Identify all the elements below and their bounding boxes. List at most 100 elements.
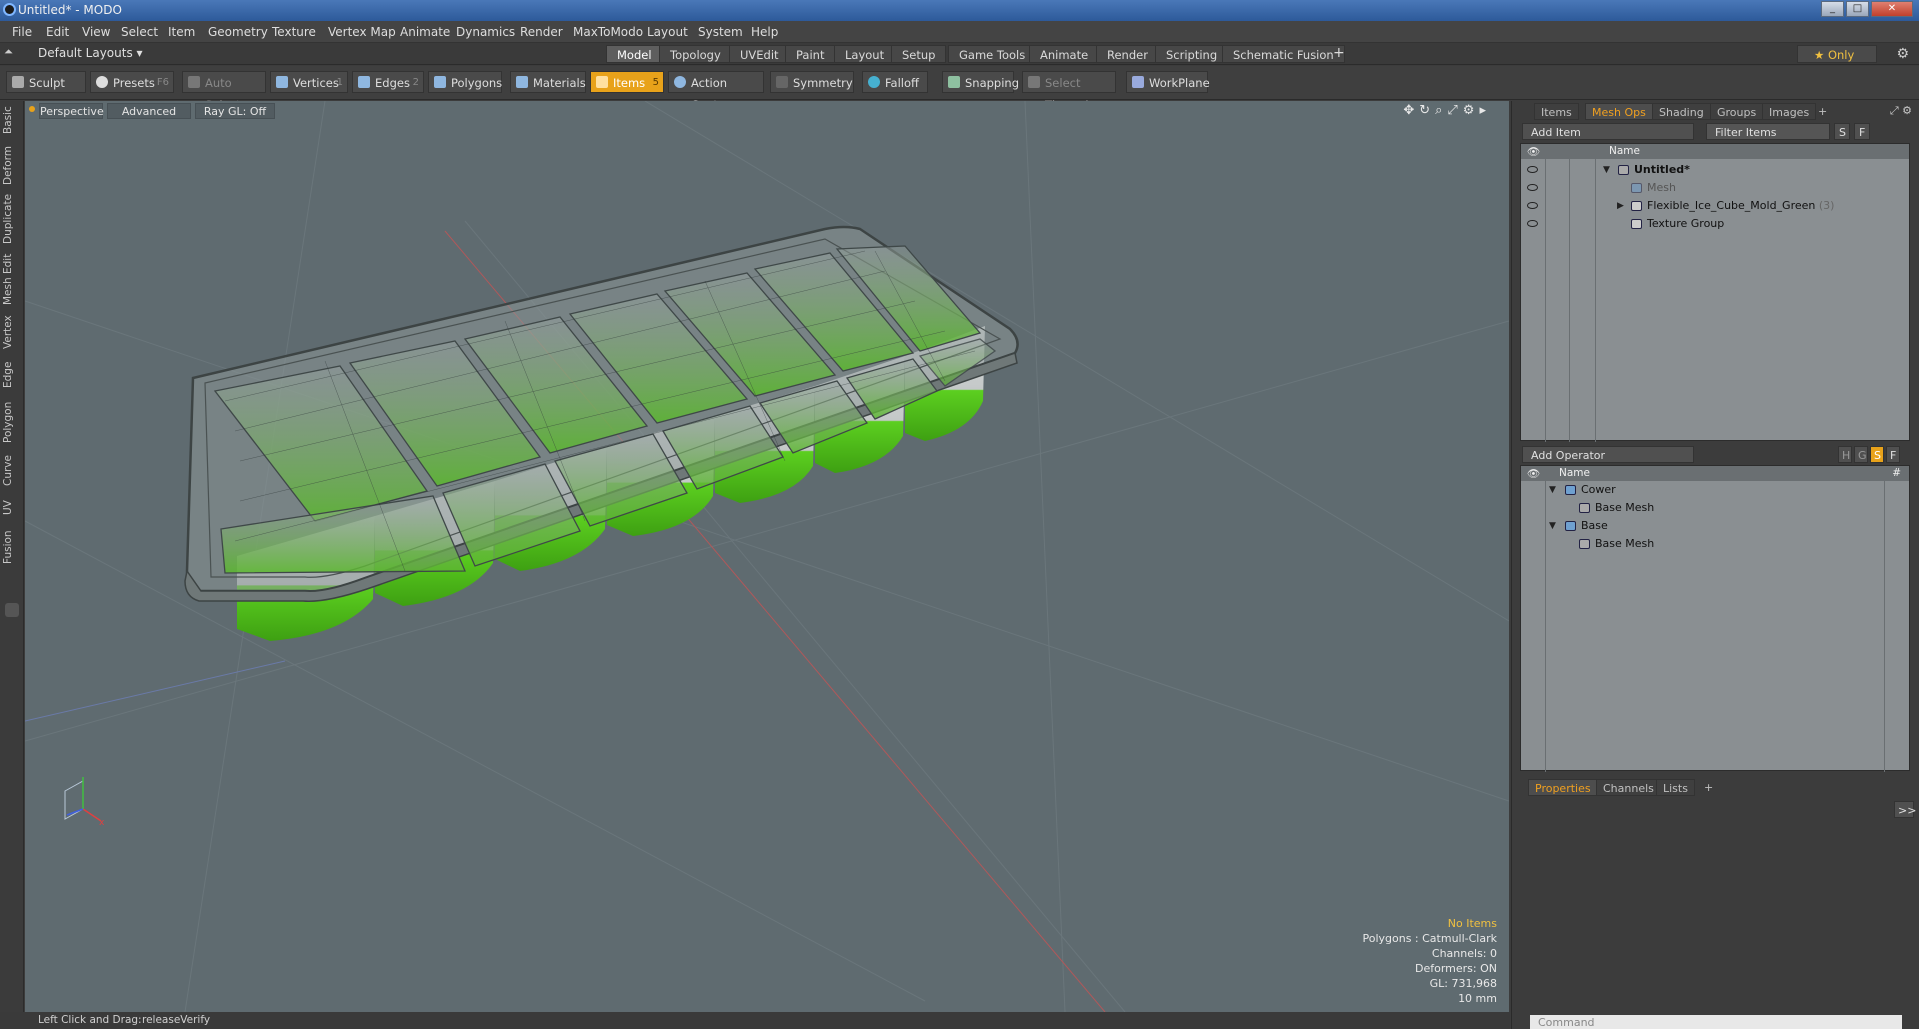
menu-texture[interactable]: Texture <box>272 25 316 39</box>
visibility-eye-icon[interactable] <box>1527 184 1538 191</box>
list-item[interactable]: ▶ Flexible_Ice_Cube_Mold_Green (3) <box>1521 197 1909 215</box>
menu-system[interactable]: System <box>698 25 743 39</box>
expand-arrow-icon[interactable]: ▼ <box>1603 161 1610 179</box>
viewport-dot-icon[interactable] <box>29 106 35 112</box>
tab-mesh-ops[interactable]: Mesh Ops <box>1585 103 1653 120</box>
visibility-eye-icon[interactable] <box>1527 202 1538 209</box>
expand-arrow-icon[interactable]: ▶ <box>1617 197 1624 215</box>
menu-layout[interactable]: Layout <box>647 25 688 39</box>
menu-animate[interactable]: Animate <box>400 25 450 39</box>
minimize-button[interactable]: _ <box>1821 1 1844 17</box>
menu-dynamics[interactable]: Dynamics <box>456 25 515 39</box>
side-tab-curve[interactable]: Curve <box>2 453 22 489</box>
expand-arrow-icon[interactable]: ▼ <box>1549 481 1556 499</box>
side-tab-mesh-edit[interactable]: Mesh Edit <box>2 253 22 305</box>
menu-view[interactable]: View <box>82 25 110 39</box>
meshops-g-button[interactable]: G <box>1854 446 1868 463</box>
viewport-nav-icons[interactable]: ✥↻⌕⤢⚙▸ <box>1403 103 1491 118</box>
list-item[interactable]: ▼ Base <box>1521 517 1909 535</box>
menu-maxtomodo[interactable]: MaxToModo <box>573 25 643 39</box>
polygons-button[interactable]: Polygons <box>428 71 502 93</box>
menu-file[interactable]: File <box>12 25 32 39</box>
tab-items[interactable]: Items <box>1534 103 1579 120</box>
add-props-tab[interactable]: + <box>1698 779 1719 796</box>
snapping-button[interactable]: Snapping <box>942 71 1019 93</box>
menu-geometry[interactable]: Geometry <box>208 25 268 39</box>
layouts-dropdown[interactable]: Default Layouts ▾ <box>38 46 143 60</box>
add-panel-tab[interactable]: + <box>1812 103 1833 120</box>
action-center-button[interactable]: Action Center <box>668 71 764 112</box>
layout-arrow-icon[interactable]: ⏶ <box>4 45 13 59</box>
menu-vertex-map[interactable]: Vertex Map <box>328 25 396 39</box>
tab-layout[interactable]: Layout <box>834 45 896 63</box>
menu-select[interactable]: Select <box>121 25 158 39</box>
list-item[interactable]: Mesh <box>1521 179 1909 197</box>
tab-uvedit[interactable]: UVEdit <box>729 45 790 63</box>
symmetry-button[interactable]: Symmetry <box>770 71 854 93</box>
tab-images[interactable]: Images <box>1762 103 1817 120</box>
side-tab-duplicate[interactable]: Duplicate <box>2 193 22 245</box>
side-tab-edge[interactable]: Edge <box>2 359 22 391</box>
gear-icon[interactable]: ⚙ <box>1896 46 1909 62</box>
tab-channels[interactable]: Channels <box>1596 779 1661 796</box>
sculpt-button[interactable]: Sculpt <box>6 71 86 93</box>
expand-props-button[interactable]: >> <box>1894 801 1916 818</box>
maximize-button[interactable]: □ <box>1846 1 1869 17</box>
list-item[interactable]: ▼ Cower <box>1521 481 1909 499</box>
add-operator-button[interactable]: Add Operator <box>1522 446 1694 463</box>
view-perspective-button[interactable]: Perspective <box>39 103 104 119</box>
items-f-button[interactable]: F <box>1854 123 1870 140</box>
list-item[interactable]: ▼ Untitled* <box>1521 161 1909 179</box>
visibility-eye-icon[interactable] <box>1527 220 1538 227</box>
menu-help[interactable]: Help <box>751 25 778 39</box>
filter-items-input[interactable]: Filter Items <box>1706 123 1830 140</box>
menu-edit[interactable]: Edit <box>46 25 69 39</box>
side-tab-fusion[interactable]: Fusion <box>2 527 22 567</box>
tab-lists[interactable]: Lists <box>1656 779 1695 796</box>
panel-settings-icon[interactable]: ⤢ ⚙ <box>1890 104 1912 118</box>
select-through-button[interactable]: Select Through <box>1022 71 1116 112</box>
list-item[interactable]: Base Mesh <box>1521 499 1909 517</box>
list-item[interactable]: Base Mesh <box>1521 535 1909 553</box>
tab-setup[interactable]: Setup <box>891 45 947 63</box>
items-button[interactable]: Items 5 <box>590 71 664 93</box>
side-tab-polygon[interactable]: Polygon <box>2 399 22 445</box>
menu-item[interactable]: Item <box>168 25 195 39</box>
tab-scripting[interactable]: Scripting <box>1155 45 1229 63</box>
items-s-button[interactable]: S <box>1834 123 1850 140</box>
tab-topology[interactable]: Topology <box>659 45 732 63</box>
edges-button[interactable]: Edges 2 <box>352 71 424 93</box>
tab-properties[interactable]: Properties <box>1528 779 1598 796</box>
tab-shading[interactable]: Shading <box>1652 103 1711 120</box>
tab-model[interactable]: Model <box>606 45 663 63</box>
command-input[interactable]: Command <box>1530 1015 1902 1029</box>
item-list[interactable]: 👁 Name ▼ Untitled* Mesh ▶ Flexible_Ice_C… <box>1520 143 1910 442</box>
meshops-f-button[interactable]: F <box>1886 446 1900 463</box>
materials-button[interactable]: Materials <box>510 71 586 93</box>
add-tab-icon[interactable]: + <box>1333 45 1345 61</box>
tab-schematic-fusion[interactable]: Schematic Fusion <box>1222 45 1345 63</box>
presets-button[interactable]: Presets F6 <box>90 71 174 93</box>
side-options-icon[interactable] <box>5 603 19 617</box>
vertices-button[interactable]: Vertices 1 <box>270 71 348 93</box>
auto-select-button[interactable]: Auto Select <box>182 71 266 112</box>
shading-advanced-button[interactable]: Advanced <box>107 103 191 119</box>
side-tab-uv[interactable]: UV <box>2 497 22 519</box>
menu-render[interactable]: Render <box>520 25 563 39</box>
meshops-h-button[interactable]: H <box>1838 446 1852 463</box>
3d-viewport[interactable]: x Perspective Advanced Ray GL: Off ✥↻⌕⤢⚙… <box>25 101 1509 1012</box>
side-tab-deform[interactable]: Deform <box>2 145 22 185</box>
list-item[interactable]: Texture Group <box>1521 215 1909 233</box>
side-tab-basic[interactable]: Basic <box>2 103 22 137</box>
add-item-button[interactable]: Add Item <box>1522 123 1694 140</box>
workplane-button[interactable]: WorkPlane <box>1126 71 1210 93</box>
side-tab-vertex[interactable]: Vertex <box>2 313 22 351</box>
scene-canvas[interactable]: x <box>25 101 1509 1012</box>
tab-paint[interactable]: Paint <box>785 45 836 63</box>
tab-animate[interactable]: Animate <box>1029 45 1100 63</box>
only-toggle[interactable]: ★ Only <box>1797 45 1877 63</box>
expand-arrow-icon[interactable]: ▼ <box>1549 517 1556 535</box>
close-button[interactable]: ✕ <box>1871 1 1913 17</box>
raygl-button[interactable]: Ray GL: Off <box>195 103 275 119</box>
tab-render[interactable]: Render <box>1096 45 1159 63</box>
